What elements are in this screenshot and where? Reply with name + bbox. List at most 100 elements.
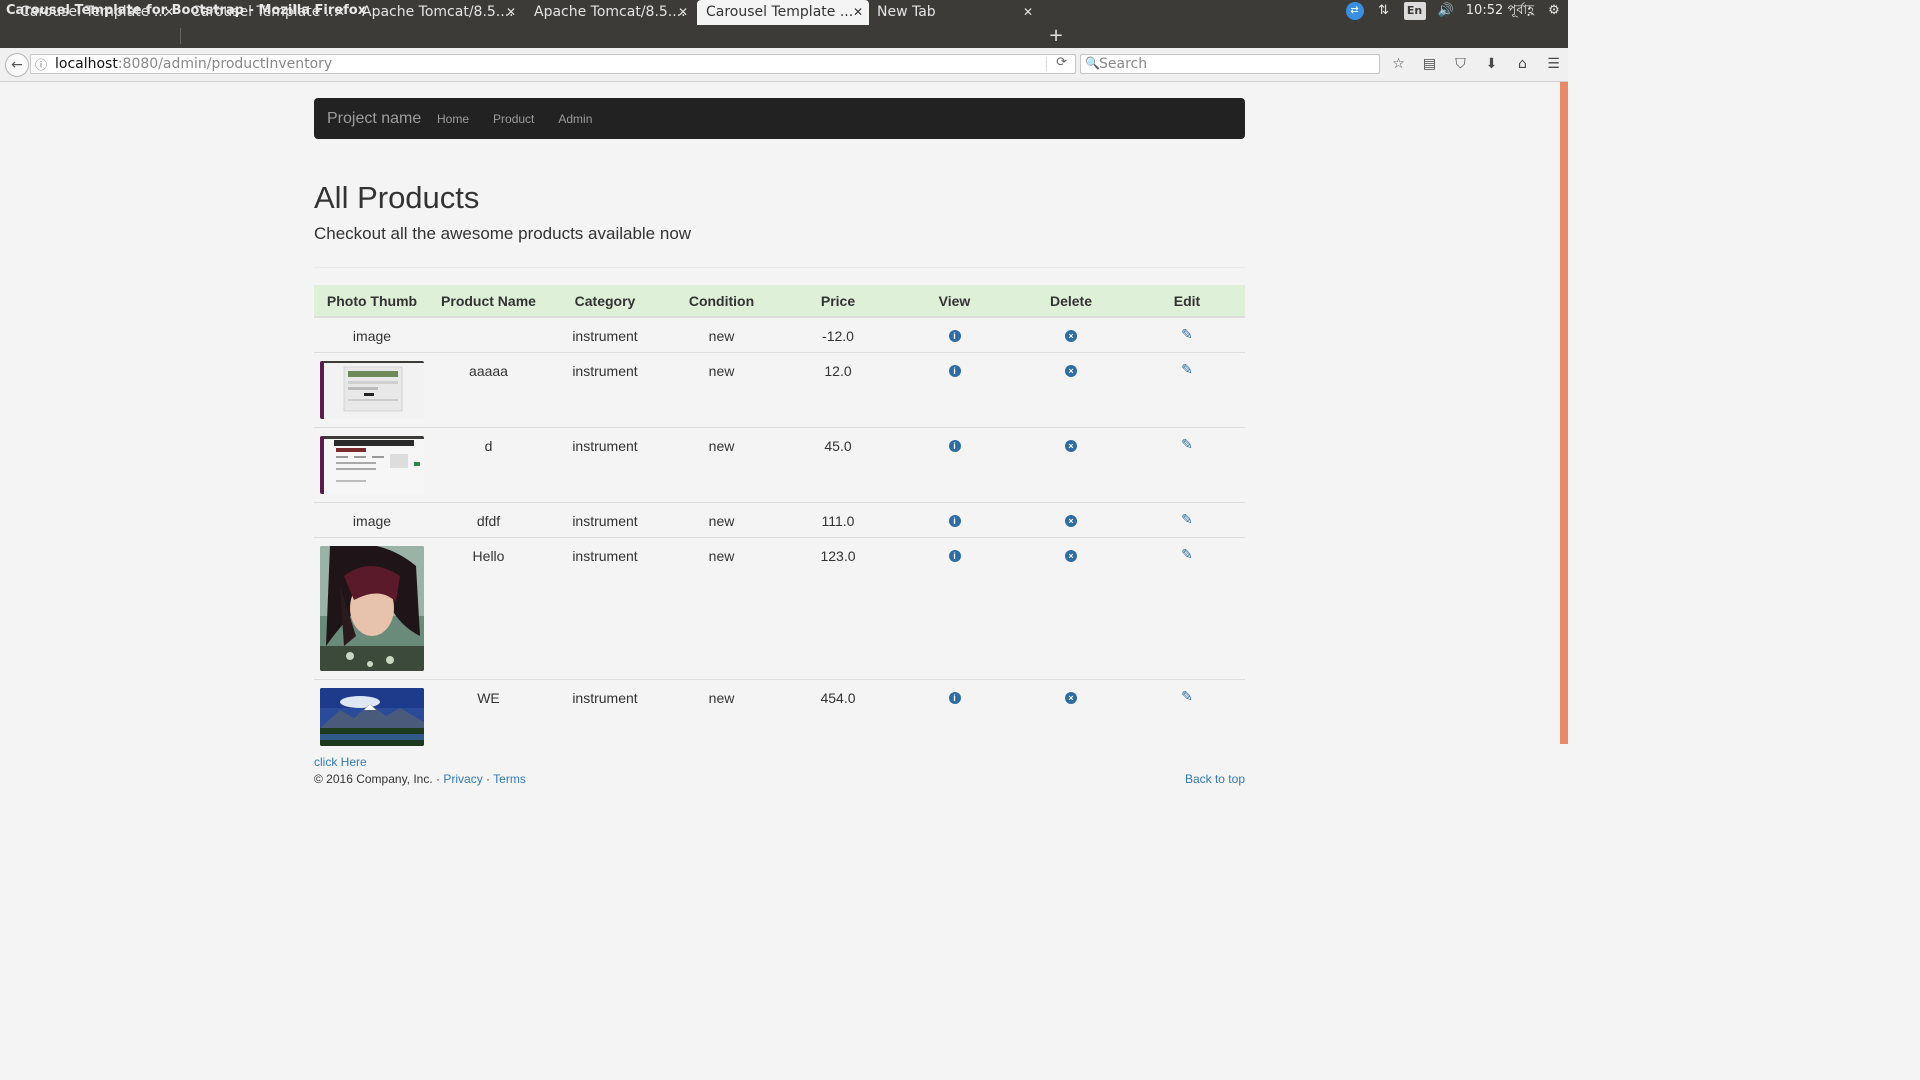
pencil-icon[interactable]: ✎ bbox=[1181, 327, 1193, 341]
menu-hamburger-icon[interactable]: ☰ bbox=[1543, 54, 1564, 74]
remove-circle-icon[interactable]: × bbox=[1065, 330, 1077, 342]
search-bar[interactable]: 🔍 bbox=[1080, 54, 1380, 74]
pencil-icon[interactable]: ✎ bbox=[1181, 512, 1193, 526]
delete-cell: × bbox=[1013, 316, 1129, 353]
bookmark-star-icon[interactable]: ☆ bbox=[1388, 54, 1409, 74]
clock[interactable]: 10:52 পূর্বাহ্ণ bbox=[1466, 2, 1534, 20]
product-price: 454.0 bbox=[820, 690, 856, 706]
browser-tab-active[interactable]: Carousel Template ... ✕ bbox=[697, 0, 869, 25]
nav-home-link[interactable]: Home bbox=[437, 112, 469, 126]
product-condition: new bbox=[708, 513, 735, 529]
product-thumbnail-portrait[interactable] bbox=[320, 546, 424, 671]
info-sign-icon[interactable]: i bbox=[948, 440, 961, 452]
delete-cell: × bbox=[1013, 537, 1129, 680]
category-cell: instrument bbox=[547, 316, 663, 353]
system-tray: ⇄ ⇅ En 🔊 10:52 পূর্বাহ্ণ ⚙ bbox=[1345, 2, 1562, 20]
pocket-icon[interactable]: ⛉ bbox=[1450, 54, 1471, 74]
info-sign-icon[interactable]: i bbox=[948, 365, 961, 377]
info-icon[interactable]: ⓘ bbox=[35, 56, 47, 73]
click-here-link[interactable]: click Here bbox=[314, 755, 367, 769]
terms-link[interactable]: Terms bbox=[493, 772, 526, 786]
scrollbar-thumb[interactable] bbox=[1560, 82, 1568, 744]
product-condition: new bbox=[708, 690, 735, 706]
edit-cell: ✎ bbox=[1129, 502, 1245, 538]
product-price: 45.0 bbox=[824, 438, 852, 454]
remove-circle-icon[interactable]: × bbox=[1065, 365, 1077, 377]
remove-circle-icon[interactable]: × bbox=[1065, 692, 1077, 704]
brand-link[interactable]: Project name bbox=[327, 110, 421, 128]
back-to-top-link[interactable]: Back to top bbox=[1185, 772, 1245, 786]
product-thumbnail-screenshot[interactable] bbox=[320, 361, 424, 419]
product-category: instrument bbox=[572, 548, 638, 564]
name-cell: WE bbox=[430, 679, 547, 754]
network-icon[interactable]: ⇅ bbox=[1376, 2, 1392, 20]
new-tab-plus-icon[interactable]: + bbox=[1046, 23, 1066, 48]
product-condition: new bbox=[708, 548, 735, 564]
col-header-photo: Photo Thumb bbox=[314, 285, 430, 318]
url-bar[interactable]: ⓘ localhost:8080/admin/productInventory … bbox=[30, 54, 1076, 74]
pencil-icon[interactable]: ✎ bbox=[1181, 547, 1193, 561]
remove-circle-icon[interactable]: × bbox=[1065, 550, 1077, 562]
product-thumbnail-screenshot[interactable] bbox=[320, 436, 424, 494]
reload-icon[interactable]: ⟳ bbox=[1056, 55, 1067, 70]
view-cell: i bbox=[896, 537, 1013, 680]
url-host: localhost bbox=[55, 56, 118, 72]
reading-list-icon[interactable]: ▤ bbox=[1419, 54, 1440, 74]
close-icon[interactable]: ✕ bbox=[1023, 0, 1033, 25]
close-icon[interactable]: ✕ bbox=[678, 0, 688, 25]
info-sign-icon[interactable]: i bbox=[948, 330, 961, 342]
download-icon[interactable]: ⬇ bbox=[1481, 54, 1502, 74]
product-category: instrument bbox=[572, 438, 638, 454]
table-row: aaaaa instrument new 12.0 i × ✎ bbox=[314, 352, 1245, 428]
product-condition: new bbox=[708, 363, 735, 379]
teamviewer-icon[interactable]: ⇄ bbox=[1345, 2, 1364, 20]
remove-circle-icon[interactable]: × bbox=[1065, 440, 1077, 452]
settings-gear-icon[interactable]: ⚙ bbox=[1546, 2, 1562, 20]
pencil-icon[interactable]: ✎ bbox=[1181, 689, 1193, 703]
browser-tab[interactable]: New Tab ✕ bbox=[869, 0, 1039, 25]
col-header-edit: Edit bbox=[1129, 285, 1245, 318]
product-price: -12.0 bbox=[822, 328, 854, 344]
table-row: image instrument new -12.0 i × ✎ bbox=[314, 316, 1245, 353]
browser-tab[interactable]: Carousel Template ... ✕ bbox=[171, 0, 351, 25]
privacy-link[interactable]: Privacy bbox=[443, 772, 482, 786]
browser-tab[interactable]: Carousel Template ... ✕ bbox=[0, 0, 180, 25]
info-sign-icon[interactable]: i bbox=[948, 550, 961, 562]
copyright-line: © 2016 Company, Inc. · Privacy · Terms bbox=[314, 772, 526, 786]
product-name: WE bbox=[477, 690, 500, 706]
col-header-view: View bbox=[896, 285, 1013, 318]
price-cell: 12.0 bbox=[780, 352, 896, 428]
product-thumbnail-landscape[interactable] bbox=[320, 688, 424, 746]
search-input[interactable] bbox=[1099, 55, 1369, 73]
info-sign-icon[interactable]: i bbox=[948, 692, 961, 704]
nav-admin-link[interactable]: Admin bbox=[558, 112, 592, 126]
tab-strip bbox=[0, 23, 1568, 48]
home-icon[interactable]: ⌂ bbox=[1512, 54, 1533, 74]
view-cell: i bbox=[896, 352, 1013, 428]
site-nav-links: Home Product Admin bbox=[437, 112, 592, 126]
product-category: instrument bbox=[572, 690, 638, 706]
broken-image-alt: image bbox=[352, 328, 392, 344]
browser-tab[interactable]: Apache Tomcat/8.5.... ✕ bbox=[342, 0, 522, 25]
product-price: 111.0 bbox=[821, 513, 855, 529]
tab-label: Apache Tomcat/8.5.... bbox=[362, 4, 514, 20]
url-divider bbox=[1046, 57, 1047, 71]
keyboard-layout-indicator[interactable]: En bbox=[1403, 2, 1426, 20]
copyright-text: © 2016 Company, Inc. · bbox=[314, 772, 441, 786]
pencil-icon[interactable]: ✎ bbox=[1181, 437, 1193, 451]
volume-icon[interactable]: 🔊 bbox=[1438, 2, 1454, 20]
page-container: Project name Home Product Admin All Prod… bbox=[314, 98, 1245, 786]
product-category: instrument bbox=[572, 328, 638, 344]
col-header-condition: Condition bbox=[663, 285, 780, 318]
nav-product-link[interactable]: Product bbox=[493, 112, 534, 126]
condition-cell: new bbox=[663, 352, 780, 428]
back-arrow-icon[interactable]: ← bbox=[5, 53, 29, 77]
pencil-icon[interactable]: ✎ bbox=[1181, 362, 1193, 376]
close-icon[interactable]: ✕ bbox=[853, 0, 863, 25]
remove-circle-icon[interactable]: × bbox=[1065, 515, 1077, 527]
info-sign-icon[interactable]: i bbox=[948, 515, 961, 527]
col-header-price: Price bbox=[780, 285, 896, 318]
url-text[interactable]: localhost:8080/admin/productInventory bbox=[55, 56, 332, 72]
toolbar-icons: ☆ ▤ ⛉ ⬇ ⌂ ☰ bbox=[1388, 54, 1564, 74]
browser-tab[interactable]: Apache Tomcat/8.5.... ✕ bbox=[514, 0, 694, 25]
